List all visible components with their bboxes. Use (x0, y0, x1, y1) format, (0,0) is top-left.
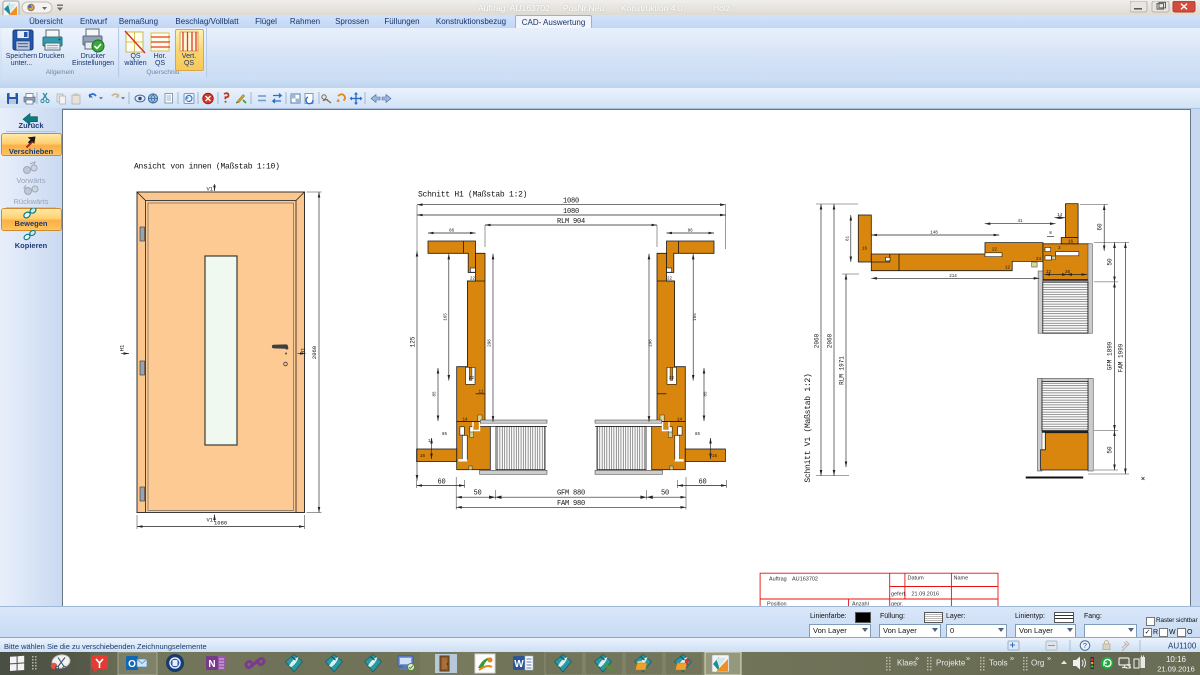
svg-text:296: 296 (489, 339, 493, 347)
svg-text:22: 22 (669, 377, 675, 381)
svg-text:RLM 1971: RLM 1971 (839, 356, 846, 385)
svg-text:60: 60 (1096, 223, 1103, 231)
svg-text:22: 22 (469, 377, 475, 381)
svg-text:GFM 1899: GFM 1899 (1107, 341, 1114, 370)
svg-text:8: 8 (1049, 232, 1052, 236)
svg-text:»: » (1047, 654, 1051, 663)
svg-text:60: 60 (437, 478, 445, 486)
svg-text:22: 22 (992, 249, 998, 253)
svg-text:2060: 2060 (827, 333, 834, 348)
svg-text:1080: 1080 (563, 198, 579, 206)
svg-text:Auftrag: Auftrag (769, 577, 787, 583)
svg-text:41: 41 (1017, 220, 1023, 224)
svg-text:11: 11 (428, 440, 434, 444)
svg-text:22: 22 (470, 278, 476, 282)
svg-text:50: 50 (473, 490, 481, 498)
svg-text:21.09.2016: 21.09.2016 (1157, 665, 1195, 674)
svg-text:H1: H1 (119, 344, 126, 351)
svg-text:86: 86 (688, 230, 694, 234)
svg-text:V1: V1 (207, 186, 214, 193)
svg-text:GFM 880: GFM 880 (557, 490, 585, 498)
svg-text:50: 50 (661, 490, 669, 498)
svg-text:»: » (1010, 654, 1014, 663)
svg-text:165: 165 (444, 313, 448, 321)
svg-text:14: 14 (463, 419, 469, 423)
svg-text:Org: Org (1031, 659, 1044, 668)
svg-text:16: 16 (420, 455, 426, 459)
svg-text:»: » (966, 654, 970, 663)
svg-text:14: 14 (677, 419, 683, 423)
svg-text:2060: 2060 (311, 346, 318, 359)
svg-text:50: 50 (1107, 258, 1114, 266)
svg-text:»: » (915, 654, 919, 663)
svg-text:AU1100: AU1100 (1168, 642, 1197, 651)
svg-text:10:16: 10:16 (1166, 655, 1187, 664)
svg-text:22: 22 (1046, 271, 1052, 275)
svg-text:Datum: Datum (908, 576, 925, 582)
svg-text:N: N (208, 659, 215, 670)
svg-text:11: 11 (479, 391, 485, 395)
svg-text:148: 148 (930, 231, 938, 235)
svg-text:1080: 1080 (214, 520, 227, 527)
svg-text:296: 296 (650, 339, 654, 347)
svg-text:V1: V1 (207, 517, 214, 524)
svg-text:2060: 2060 (814, 333, 821, 348)
svg-text:16: 16 (712, 455, 718, 459)
svg-text:165: 165 (694, 313, 698, 321)
svg-text:1080: 1080 (563, 208, 579, 216)
svg-text:60: 60 (698, 478, 706, 486)
svg-text:RLM 904: RLM 904 (557, 218, 585, 226)
svg-text:61: 61 (846, 236, 850, 242)
svg-text:16: 16 (862, 248, 868, 252)
svg-text:12: 12 (1005, 267, 1011, 271)
svg-text:Name: Name (954, 576, 969, 582)
svg-text:Projekte: Projekte (936, 659, 966, 668)
svg-text:FAM 1999: FAM 1999 (1118, 343, 1125, 372)
svg-text:Schnitt V1 (Maßstab 1:2): Schnitt V1 (Maßstab 1:2) (804, 373, 813, 482)
svg-text:85: 85 (434, 391, 438, 397)
svg-text:21.09.2016: 21.09.2016 (912, 592, 940, 598)
svg-text:24: 24 (1036, 258, 1042, 262)
svg-text:W: W (514, 659, 524, 670)
svg-text:85: 85 (695, 433, 701, 437)
svg-text:36: 36 (1065, 271, 1071, 275)
svg-text:85: 85 (705, 391, 709, 397)
svg-text:86: 86 (449, 230, 455, 234)
svg-text:FAM 980: FAM 980 (557, 500, 585, 508)
svg-text:214: 214 (949, 275, 957, 279)
svg-text:O: O (128, 659, 136, 670)
svg-text:?: ? (1083, 643, 1087, 650)
svg-text:Tools: Tools (989, 659, 1008, 668)
svg-text:125: 125 (409, 336, 416, 347)
svg-text:Ansicht von innen (Maßstab 1:1: Ansicht von innen (Maßstab 1:10) (134, 163, 280, 172)
svg-text:50: 50 (1107, 446, 1114, 454)
svg-text:AU163702: AU163702 (792, 577, 818, 583)
svg-text:16: 16 (1068, 241, 1074, 245)
svg-text:22: 22 (667, 278, 673, 282)
svg-text:Schnitt H1 (Maßstab 1:2): Schnitt H1 (Maßstab 1:2) (418, 191, 527, 200)
svg-text:85: 85 (442, 433, 448, 437)
svg-text:gefert.: gefert. (891, 592, 907, 598)
svg-text:14: 14 (1057, 214, 1063, 218)
svg-text:Klaes: Klaes (897, 659, 917, 668)
